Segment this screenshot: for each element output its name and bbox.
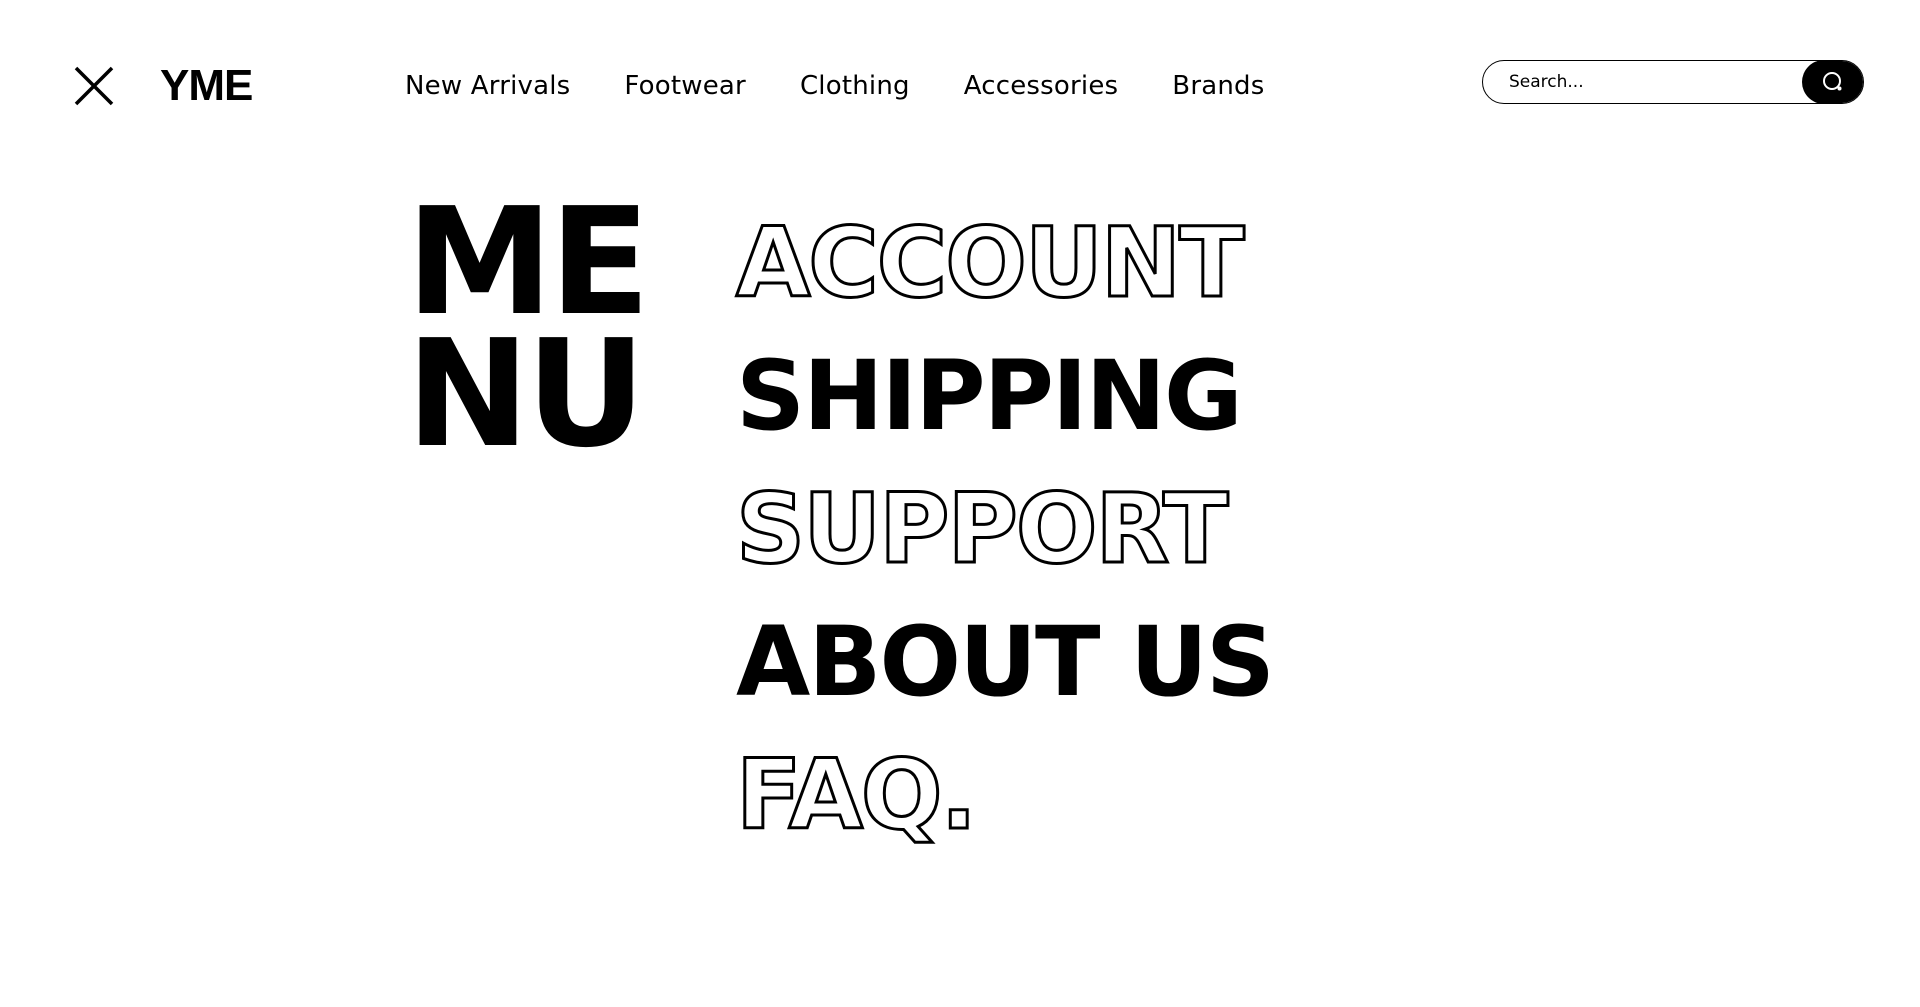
menu-link-shipping[interactable]: SHIPPING (736, 341, 1243, 451)
logo[interactable]: YME (160, 58, 253, 114)
nav-item-brands[interactable]: Brands (1172, 71, 1264, 101)
search-bar (1482, 60, 1864, 104)
menu-title: ME NU (406, 188, 650, 480)
menu-title-line-2: NU (406, 308, 646, 480)
menu-link-account[interactable]: ACCOUNT (735, 206, 1247, 319)
close-icon (74, 66, 114, 106)
menu-page: YME New Arrivals Footwear Clothing Acces… (0, 0, 1920, 1007)
search-input[interactable] (1509, 61, 1789, 102)
nav-item-new-arrivals[interactable]: New Arrivals (405, 71, 570, 101)
menu-item: SHIPPING (736, 329, 1273, 462)
nav-item-accessories[interactable]: Accessories (964, 71, 1119, 101)
nav-item-footwear[interactable]: Footwear (624, 71, 746, 101)
menu-link-faq[interactable]: FAQ. (735, 738, 979, 851)
menu-link-support[interactable]: SUPPORT (735, 472, 1231, 585)
search-icon (1823, 72, 1842, 91)
menu-link-about-us[interactable]: ABOUT US (736, 607, 1275, 717)
menu-item: ABOUT US (736, 595, 1275, 728)
menu-item: ACCOUNT (735, 196, 1273, 329)
nav-item-clothing[interactable]: Clothing (800, 71, 910, 101)
menu-item: FAQ. (735, 728, 1273, 861)
menu-item: SUPPORT (735, 462, 1273, 595)
main-nav: New Arrivals Footwear Clothing Accessori… (405, 64, 1264, 108)
menu-list: ACCOUNT SHIPPING SUPPORT ABOUT US FAQ. (735, 196, 1276, 861)
close-menu-button[interactable] (72, 64, 116, 108)
search-button[interactable] (1802, 61, 1863, 103)
